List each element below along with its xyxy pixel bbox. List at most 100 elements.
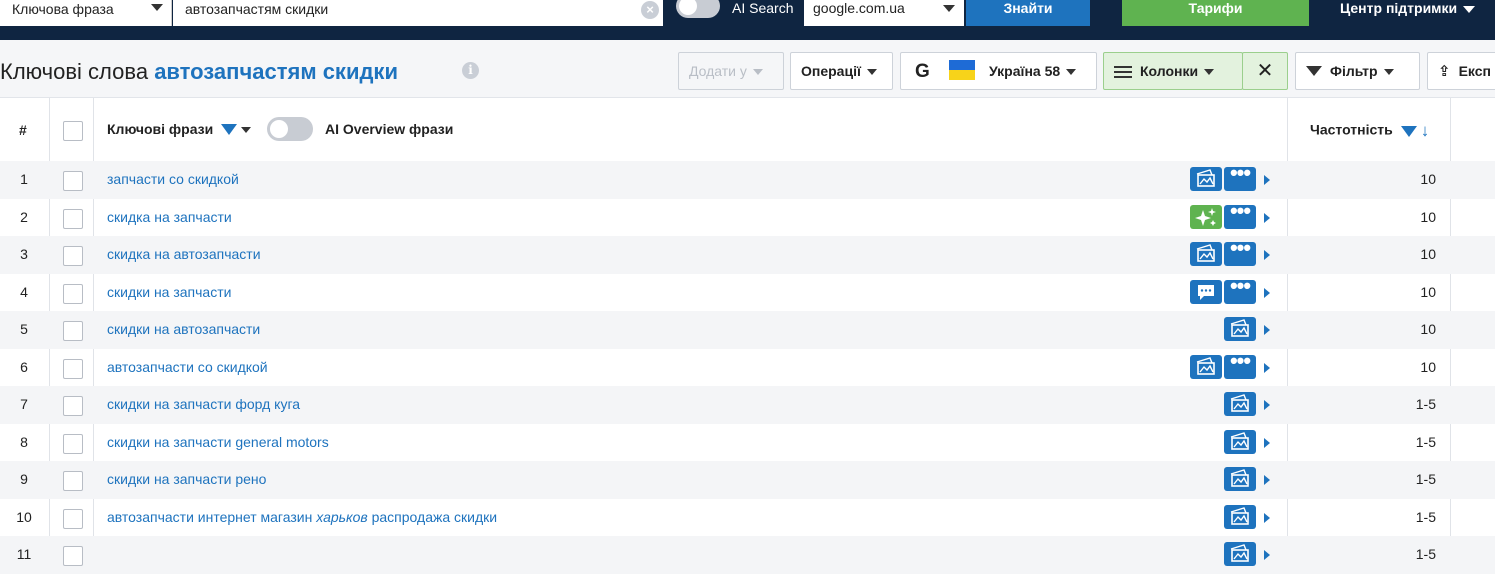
search-engine-select[interactable]: google.com.ua bbox=[804, 0, 964, 26]
ukraine-flag-icon bbox=[949, 60, 975, 81]
toggle-knob bbox=[270, 120, 288, 138]
filter-icon[interactable] bbox=[1400, 125, 1417, 137]
serp-features-icon[interactable] bbox=[1224, 429, 1256, 454]
keyword-link[interactable]: автозапчасти со скидкой bbox=[107, 359, 268, 375]
expand-arrow-icon[interactable] bbox=[1264, 437, 1270, 448]
columns-reset-button[interactable]: ✕ bbox=[1242, 52, 1288, 90]
expand-arrow-icon[interactable] bbox=[1264, 550, 1270, 560]
column-header-keywords[interactable]: Ключові фрази bbox=[107, 121, 252, 137]
filter-icon[interactable] bbox=[221, 123, 238, 135]
filter-icon bbox=[1306, 66, 1322, 77]
keyword-link[interactable]: скидка на запчасти bbox=[107, 209, 232, 225]
chevron-down-icon bbox=[1066, 69, 1077, 76]
add-to-label: Додати у bbox=[689, 63, 747, 79]
chat-icon[interactable] bbox=[1190, 279, 1222, 304]
expand-arrow-icon[interactable] bbox=[1264, 325, 1270, 335]
ai-search-toggle[interactable] bbox=[676, 0, 720, 18]
keyword-link[interactable]: скидки на запчасти general motors bbox=[107, 434, 329, 450]
columns-icon bbox=[1114, 63, 1132, 81]
search-input[interactable]: автозапчастям скидки × bbox=[173, 0, 663, 26]
row-number: 4 bbox=[20, 283, 28, 300]
expand-arrow-icon[interactable] bbox=[1264, 175, 1270, 185]
expand-arrow-icon[interactable] bbox=[1264, 475, 1270, 485]
filter-label: Фільтр bbox=[1330, 63, 1378, 79]
operations-button[interactable]: Операції bbox=[790, 52, 893, 90]
row-checkbox[interactable] bbox=[63, 433, 83, 454]
serp-features-icon[interactable] bbox=[1224, 392, 1256, 416]
row-checkbox[interactable] bbox=[63, 508, 83, 529]
serp-features-icon[interactable] bbox=[1224, 467, 1256, 491]
add-to-button[interactable]: Додати у bbox=[678, 52, 784, 90]
ai-overview-toggle[interactable] bbox=[267, 117, 313, 141]
row-checkbox[interactable] bbox=[63, 321, 83, 341]
more-icon[interactable]: ••• bbox=[1224, 274, 1256, 304]
clear-icon[interactable]: × bbox=[641, 1, 659, 19]
chevron-down-icon bbox=[752, 69, 763, 76]
row-checkbox[interactable] bbox=[63, 208, 83, 229]
row-checkbox[interactable] bbox=[63, 396, 83, 416]
row-checkbox[interactable] bbox=[63, 246, 83, 266]
keyword-link[interactable]: скидки на автозапчасти bbox=[107, 321, 260, 337]
expand-arrow-icon[interactable] bbox=[1264, 362, 1270, 373]
table-row: 10 автозапчасти интернет магазин харьков … bbox=[0, 499, 1495, 537]
expand-arrow-icon[interactable] bbox=[1264, 400, 1270, 410]
row-checkbox[interactable] bbox=[63, 283, 83, 304]
support-center-menu[interactable]: Центр підтримки bbox=[1340, 0, 1476, 16]
plans-button[interactable]: Тарифи bbox=[1122, 0, 1309, 26]
keyword-text: скидки на запчасти bbox=[107, 283, 232, 300]
more-icon[interactable]: ••• bbox=[1224, 237, 1256, 266]
more-icon[interactable]: ••• bbox=[1224, 349, 1256, 379]
query-type-label: Ключова фраза bbox=[12, 1, 114, 17]
row-checkbox[interactable] bbox=[63, 171, 83, 191]
chevron-down-icon bbox=[151, 4, 163, 11]
table-row: 4 скидки на запчасти ••• 10 bbox=[0, 274, 1495, 312]
row-checkbox[interactable] bbox=[63, 471, 83, 491]
region-select[interactable]: G Україна 58 bbox=[900, 52, 1097, 90]
upload-icon: ⇪ bbox=[1438, 63, 1451, 80]
chevron-down-icon bbox=[943, 5, 955, 12]
expand-arrow-icon[interactable] bbox=[1264, 287, 1270, 298]
serp-features-icon[interactable] bbox=[1224, 317, 1256, 341]
ai-overview-label: AI Overview фрази bbox=[325, 121, 454, 137]
export-button[interactable]: ⇪ Експ bbox=[1427, 52, 1495, 90]
expand-arrow-icon[interactable] bbox=[1264, 512, 1270, 523]
frequency-value: 10 bbox=[1420, 171, 1436, 187]
info-icon[interactable]: i bbox=[462, 62, 479, 79]
ai-sparkle-icon[interactable] bbox=[1190, 204, 1222, 229]
more-icon[interactable]: ••• bbox=[1224, 199, 1256, 229]
serp-features-icon[interactable] bbox=[1224, 504, 1256, 529]
row-number: 6 bbox=[20, 358, 28, 375]
row-checkbox[interactable] bbox=[63, 358, 83, 379]
query-type-select[interactable]: Ключова фраза bbox=[0, 0, 172, 26]
serp-features-icon[interactable] bbox=[1190, 242, 1222, 266]
keyword-text: автозапчасти интернет магазин bbox=[107, 508, 317, 525]
chevron-down-icon bbox=[1383, 69, 1394, 76]
expand-arrow-icon[interactable] bbox=[1264, 250, 1270, 260]
serp-features-icon[interactable] bbox=[1224, 542, 1256, 566]
table-row: 3 скидка на автозапчасти ••• 10 bbox=[0, 236, 1495, 274]
frequency-value: 1-5 bbox=[1415, 396, 1436, 412]
select-all-checkbox[interactable] bbox=[63, 121, 83, 141]
column-header-frequency[interactable]: Частотність ↓ bbox=[1310, 121, 1429, 141]
sort-desc-icon[interactable]: ↓ bbox=[1421, 121, 1430, 141]
frequency-value: 10 bbox=[1420, 321, 1436, 337]
keyword-link[interactable]: скидки на запчасти рено bbox=[107, 471, 266, 487]
filter-button[interactable]: Фільтр bbox=[1295, 52, 1420, 90]
expand-arrow-icon[interactable] bbox=[1264, 212, 1270, 223]
columns-button[interactable]: Колонки bbox=[1103, 52, 1243, 90]
serp-features-icon[interactable] bbox=[1190, 354, 1222, 379]
more-icon[interactable]: ••• bbox=[1224, 162, 1256, 191]
row-checkbox[interactable] bbox=[63, 546, 83, 566]
keyword-link[interactable]: скидки на запчасти bbox=[107, 284, 231, 300]
keyword-link[interactable]: скидки на запчасти форд куга bbox=[107, 396, 300, 412]
keyword-link[interactable]: автозапчасти интернет магазин харьков ра… bbox=[107, 509, 497, 525]
find-button[interactable]: Знайти bbox=[966, 0, 1090, 26]
keyword-link[interactable]: скидка на автозапчасти bbox=[107, 246, 261, 262]
keyword-text: скидки на запчасти рено bbox=[107, 471, 267, 487]
row-number: 7 bbox=[20, 396, 28, 412]
table-row: 8 скидки на запчасти general motors 1-5 bbox=[0, 424, 1495, 462]
chevron-down-icon[interactable] bbox=[241, 127, 252, 134]
search-input-value: автозапчастям скидки bbox=[185, 1, 329, 17]
serp-features-icon[interactable] bbox=[1190, 167, 1222, 191]
keyword-link[interactable]: запчасти со скидкой bbox=[107, 171, 239, 187]
